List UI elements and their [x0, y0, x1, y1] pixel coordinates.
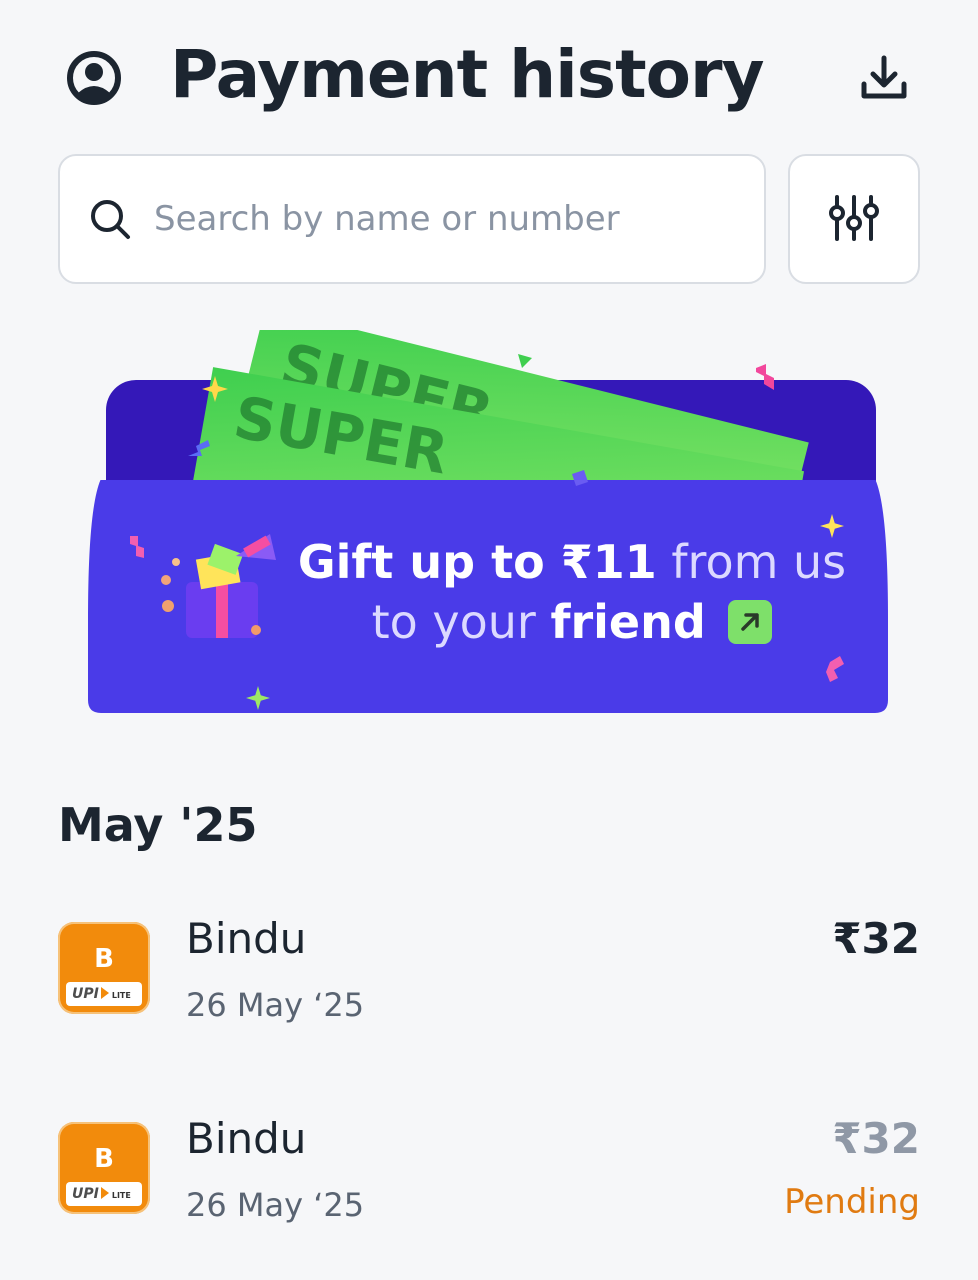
gift-promo-banner[interactable]: SUPER SUPER Gift up to ₹11 from us to yo…: [88, 330, 888, 720]
confetti-piece: [572, 470, 588, 486]
transaction-amount: ₹32: [832, 1114, 920, 1163]
arrow-up-right-icon[interactable]: [728, 600, 773, 644]
sparkle-icon: [820, 514, 844, 538]
transaction-row[interactable]: B UPI LITE Bindu 26 May ‘25 ₹32 Pending: [0, 1114, 978, 1252]
transaction-name: Bindu: [186, 914, 307, 963]
upi-lite-badge: UPI LITE: [66, 1182, 142, 1206]
search-box[interactable]: [58, 154, 766, 284]
avatar-initial: B: [94, 1144, 114, 1174]
upi-badge-suffix: LITE: [111, 991, 131, 1000]
confetti-piece: [756, 364, 774, 390]
banner-line2-light: to your: [371, 595, 536, 649]
page-title: Payment history: [170, 36, 765, 113]
banner-line2-bold: friend: [550, 595, 706, 649]
upi-badge-text: UPI: [72, 1186, 99, 1202]
banner-line1-bold: Gift up to ₹11: [297, 535, 657, 589]
upi-triangle-icon: [100, 1187, 109, 1199]
search-input[interactable]: [152, 198, 746, 240]
confetti-piece: [518, 354, 532, 368]
avatar: B UPI LITE: [58, 1122, 150, 1214]
transaction-amount: ₹32: [832, 914, 920, 963]
confetti-piece: [130, 536, 144, 558]
sparkle-icon: [246, 686, 270, 710]
sliders-icon: [829, 195, 879, 241]
avatar: B UPI LITE: [58, 922, 150, 1014]
sparkle-icon: [202, 376, 228, 402]
section-title-month: May '25: [58, 798, 258, 852]
upi-badge-text: UPI: [72, 986, 99, 1002]
transaction-name: Bindu: [186, 1114, 307, 1163]
transaction-row[interactable]: B UPI LITE Bindu 26 May ‘25 ₹32: [0, 914, 978, 1052]
download-button[interactable]: [852, 48, 916, 108]
download-icon: [861, 55, 907, 99]
avatar-initial: B: [94, 944, 114, 974]
user-circle-icon[interactable]: [66, 50, 122, 106]
transaction-date: 26 May ‘25: [186, 1186, 365, 1224]
banner-line1-light: from us: [671, 535, 847, 589]
search-icon: [88, 197, 132, 241]
banner-text: Gift up to ₹11 from us to your friend: [292, 532, 852, 652]
confetti-piece: [826, 656, 844, 682]
upi-triangle-icon: [100, 987, 109, 999]
upi-lite-badge: UPI LITE: [66, 982, 142, 1006]
status-badge: Pending: [784, 1182, 920, 1222]
gift-box-illustration: [161, 534, 276, 638]
upi-badge-suffix: LITE: [111, 1191, 131, 1200]
confetti-piece: [188, 440, 210, 456]
transaction-date: 26 May ‘25: [186, 986, 365, 1024]
header: Payment history: [0, 0, 978, 150]
filter-button[interactable]: [788, 154, 920, 284]
